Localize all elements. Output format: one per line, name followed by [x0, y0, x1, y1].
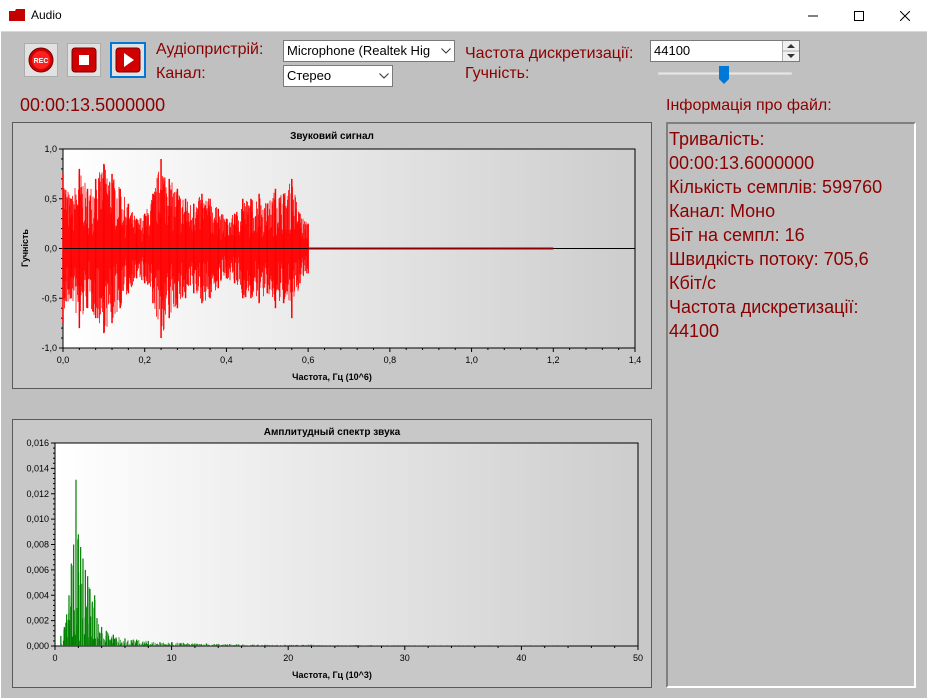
spectrum-x-tick-label: 40: [516, 653, 526, 663]
waveform-y-tick-label: 0,5: [44, 194, 57, 204]
spectrum-x-axis-label: Частота, Гц (10^3): [292, 670, 372, 680]
file-info-line: Кбіт/с: [669, 273, 717, 293]
channel-label: Канал:: [156, 65, 206, 82]
spectrum-plot-area: [54, 442, 639, 647]
file-info-line: Тривалість:: [669, 129, 765, 149]
minimize-icon: [808, 15, 818, 16]
record-button[interactable]: REC: [24, 43, 58, 77]
volume-label: Гучність:: [465, 65, 530, 82]
close-button[interactable]: [882, 0, 928, 31]
file-info-line: 00:00:13.6000000: [669, 153, 815, 173]
spectrum-y-tick-label: 0,014: [26, 463, 49, 473]
spectrum-y-tick-label: 0,010: [26, 514, 49, 524]
sample-rate-input[interactable]: 44100: [650, 40, 800, 62]
spectrum-y-tick-label: 0,016: [26, 438, 49, 448]
sample-rate-label: Частота дискретизації:: [465, 45, 634, 62]
spectrum-x-tick-label: 30: [400, 653, 410, 663]
spectrum-y-tick-label: 0,012: [26, 489, 49, 499]
spectrum-x-tick-label: 20: [283, 653, 293, 663]
file-info-line: 44100: [669, 321, 720, 341]
volume-slider[interactable]: [658, 64, 792, 88]
file-info-line: Частота дискретизації:: [669, 297, 859, 317]
spectrum-chart: Амплитудный спектр звука Частота, Гц (10…: [26, 427, 643, 680]
file-info-box: Тривалість: 00:00:13.6000000 Кількість с…: [666, 122, 916, 688]
file-info-line: Канал: Моно: [669, 201, 776, 221]
volume-slider-thumb[interactable]: [718, 65, 730, 85]
spectrum-x-tick-label: 50: [633, 653, 643, 663]
spectrum-y-tick-label: 0,004: [26, 590, 49, 600]
waveform-y-tick-label: 1,0: [44, 144, 57, 154]
chevron-down-icon: [375, 66, 392, 86]
sample-rate-value: 44100: [654, 43, 691, 58]
waveform-x-tick-label: 0,6: [302, 355, 315, 365]
waveform-x-tick-label: 0,0: [57, 355, 70, 365]
spectrum-y-tick-label: 0,002: [26, 616, 49, 626]
window-title: Audio: [31, 8, 62, 22]
waveform-x-tick-label: 1,4: [629, 355, 642, 365]
audio-device-label: Аудіопристрій:: [156, 41, 264, 58]
waveform-x-axis-label: Частота, Гц (10^6): [292, 372, 372, 382]
spectrum-y-tick-label: 0,008: [26, 540, 49, 550]
channel-value: Стерео: [287, 68, 332, 83]
spin-arrows-icon: [783, 44, 799, 58]
sample-rate-spinner[interactable]: [782, 41, 799, 61]
elapsed-time: 00:00:13.5000000: [20, 95, 166, 115]
audio-device-select[interactable]: Microphone (Realtek Hig: [283, 40, 455, 62]
waveform-y-tick-label: -0,5: [41, 293, 57, 303]
file-info-line: Біт на семпл: 16: [669, 225, 805, 245]
waveform-chart: Звуковий сигнал Частота, Гц (10^6) Гучні…: [20, 131, 642, 382]
maximize-icon: [854, 10, 864, 21]
stop-button[interactable]: [67, 43, 101, 77]
title-bar: Audio: [0, 0, 928, 31]
waveform-y-tick-label: 0,0: [44, 244, 57, 254]
chevron-down-icon: [437, 41, 454, 61]
minimize-button[interactable]: [790, 0, 836, 31]
record-icon: REC: [28, 47, 54, 73]
waveform-y-axis-label: Гучність: [20, 229, 30, 267]
waveform-chart-title: Звуковий сигнал: [290, 131, 374, 142]
waveform-x-tick-label: 1,0: [465, 355, 478, 365]
record-icon-label: REC: [34, 58, 49, 65]
waveform-x-tick-label: 0,8: [384, 355, 397, 365]
play-icon: [115, 47, 141, 73]
play-button[interactable]: [110, 42, 146, 78]
spectrum-x-tick-label: 0: [52, 653, 57, 663]
spectrum-chart-title: Амплитудный спектр звука: [264, 427, 401, 438]
waveform-y-tick-label: -1,0: [41, 343, 57, 353]
waveform-x-tick-label: 0,2: [138, 355, 151, 365]
file-info-header: Інформація про файл:: [666, 97, 832, 114]
stop-icon: [71, 47, 97, 73]
spectrum-x-tick-label: 10: [167, 653, 177, 663]
file-info-line: Кількість семплів: 599760: [669, 177, 883, 197]
file-info-line: Швидкість потоку: 705,6: [669, 249, 869, 269]
spectrum-y-tick-label: 0,006: [26, 565, 49, 575]
channel-select[interactable]: Стерео: [283, 65, 393, 87]
app-icon: [9, 9, 25, 21]
audio-device-value: Microphone (Realtek Hig: [287, 43, 431, 58]
spectrum-y-tick-label: 0,000: [26, 641, 49, 651]
close-icon: [900, 10, 910, 21]
maximize-button[interactable]: [836, 0, 882, 31]
waveform-x-tick-label: 1,2: [547, 355, 560, 365]
waveform-x-tick-label: 0,4: [220, 355, 233, 365]
